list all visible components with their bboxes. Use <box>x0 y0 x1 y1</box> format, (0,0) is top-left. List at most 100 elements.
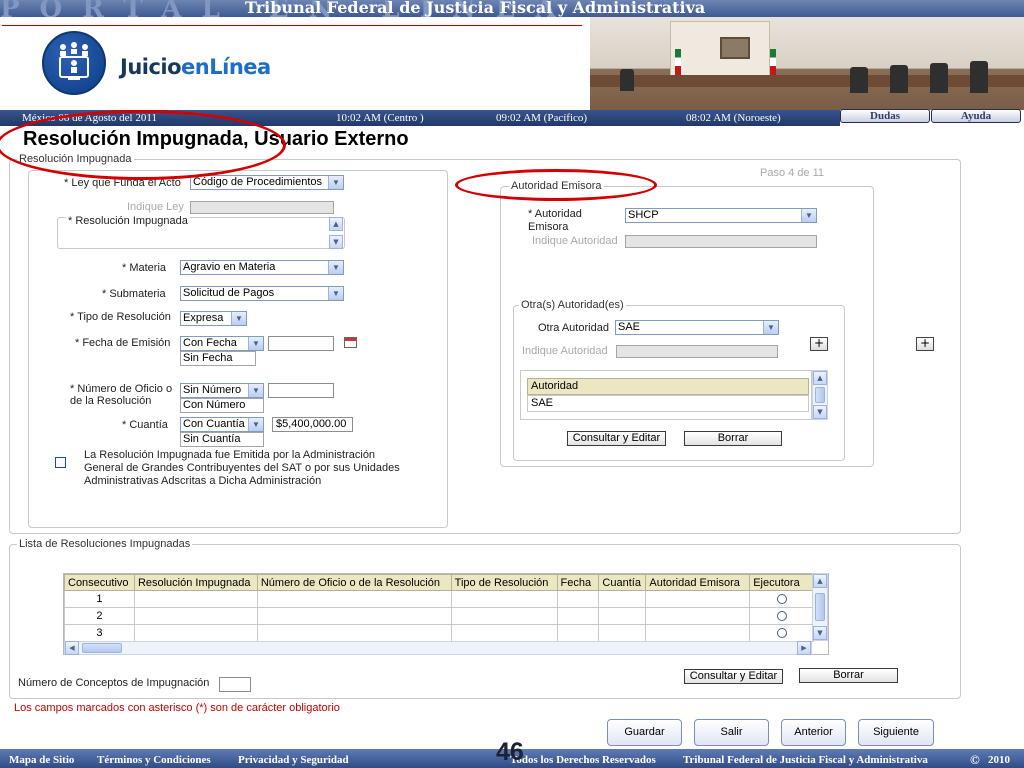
fecha-emision-label: * Fecha de Emisión <box>75 337 171 349</box>
table-scroll-thumb[interactable] <box>815 593 825 621</box>
logo-word-enlinea: enLínea <box>181 55 271 79</box>
table-cell <box>556 607 600 625</box>
indique-autoridad-label: Indique Autoridad <box>532 235 618 247</box>
scroll-down-icon[interactable]: ▼ <box>813 405 827 419</box>
lista-legend: Lista de Resoluciones Impugnadas <box>17 538 193 550</box>
add-otra-autoridad-button[interactable]: + <box>810 337 828 351</box>
scroll-down-icon[interactable]: ▼ <box>813 626 827 640</box>
tipo-resolucion-label: * Tipo de Resolución <box>70 311 171 323</box>
scroll-up-icon[interactable]: ▲ <box>813 371 827 385</box>
flag-icon <box>770 49 776 75</box>
fecha-emision-select[interactable]: Con Fecha ▼ <box>180 336 264 351</box>
table-cell <box>450 590 558 608</box>
footer-terminos-link[interactable]: Términos y Condiciones <box>97 754 211 766</box>
table-cell <box>133 624 258 642</box>
ley-select[interactable]: Código de Procedimientos ▼ <box>190 175 344 190</box>
ejecutora-radio[interactable] <box>776 628 787 639</box>
autoridad-select[interactable]: SHCP ▼ <box>625 208 817 223</box>
autoridad-list-item[interactable]: SAE <box>527 395 809 412</box>
otras-autoridades-legend: Otra(s) Autoridad(es) <box>519 299 626 311</box>
table-cell <box>133 590 258 608</box>
table-row[interactable]: 2 <box>64 607 814 625</box>
calendar-icon[interactable] <box>344 337 357 348</box>
otra-autoridad-select[interactable]: SAE ▼ <box>615 320 779 335</box>
ejecutora-radio[interactable] <box>776 594 787 605</box>
scroll-left-icon[interactable]: ◀ <box>65 641 79 655</box>
ley-select-value: Código de Procedimientos <box>193 176 323 188</box>
fecha-option-sin-fecha[interactable]: Sin Fecha <box>180 351 256 366</box>
add-autoridad-button[interactable]: + <box>916 337 934 351</box>
chevron-down-icon: ▼ <box>248 384 263 397</box>
footer-privacidad-link[interactable]: Privacidad y Seguridad <box>238 754 349 766</box>
numero-option-con-numero[interactable]: Con Número <box>180 398 264 413</box>
cuantia-amount-input[interactable]: $5,400,000.00 <box>272 417 353 432</box>
table-cell <box>645 607 751 625</box>
required-note: Los campos marcados con asterisco (*) so… <box>14 702 340 714</box>
footer-mapa-link[interactable]: Mapa de Sitio <box>9 754 74 766</box>
chevron-down-icon: ▼ <box>328 261 343 274</box>
top-banner: PORTAL EN LÍNEA Tribunal Federal de Just… <box>0 0 1024 17</box>
fecha-emision-value: Con Fecha <box>183 337 237 349</box>
tipo-resolucion-select[interactable]: Expresa ▼ <box>180 311 247 326</box>
footer-tribunal: Tribunal Federal de Justicia Fiscal y Ad… <box>683 754 928 766</box>
table-row[interactable]: 3 <box>64 624 814 642</box>
col-cuantia[interactable]: Cuantía <box>598 574 647 591</box>
siguiente-button[interactable]: Siguiente <box>858 719 934 746</box>
borrar-lista-button[interactable]: Borrar <box>799 668 898 683</box>
cuantia-option-sin-cuantia[interactable]: Sin Cuantía <box>180 432 264 447</box>
table-horizontal-scrollbar[interactable] <box>64 641 812 655</box>
materia-select[interactable]: Agravio en Materia ▼ <box>180 260 344 275</box>
table-cell <box>645 624 751 642</box>
ejecutora-radio[interactable] <box>776 611 787 622</box>
table-header-row: Consecutivo Resolución Impugnada Número … <box>64 574 814 591</box>
autoridad-label: * Autoridad <box>528 208 582 220</box>
table-cell <box>450 624 558 642</box>
dudas-button[interactable]: Dudas <box>840 109 930 123</box>
ejecutora-cell <box>749 590 814 608</box>
consultar-editar-autoridad-button[interactable]: Consultar y Editar <box>567 431 666 446</box>
col-resolucion[interactable]: Resolución Impugnada <box>133 574 258 591</box>
sat-checkbox[interactable] <box>55 457 66 468</box>
logo-word-juicio: Juicio <box>120 55 182 79</box>
numero-oficio-input[interactable] <box>268 383 334 398</box>
scroll-down-icon[interactable]: ▼ <box>329 235 343 249</box>
footer-year: 2010 <box>988 754 1010 766</box>
cuantia-select[interactable]: Con Cuantía ▼ <box>180 417 264 432</box>
col-autoridad[interactable]: Autoridad Emisora <box>645 574 751 591</box>
scroll-up-icon[interactable]: ▲ <box>813 574 827 588</box>
borrar-autoridad-button[interactable]: Borrar <box>684 431 782 446</box>
col-numero-oficio[interactable]: Número de Oficio o de la Resolución <box>256 574 452 591</box>
guardar-button[interactable]: Guardar <box>607 719 682 746</box>
scroll-up-icon[interactable]: ▲ <box>329 217 343 231</box>
submateria-label: * Submateria <box>102 288 166 300</box>
col-fecha[interactable]: Fecha <box>556 574 600 591</box>
col-tipo[interactable]: Tipo de Resolución <box>450 574 558 591</box>
anterior-button[interactable]: Anterior <box>781 719 846 746</box>
row-number: 3 <box>64 624 135 642</box>
conceptos-input[interactable] <box>219 677 251 692</box>
cuantia-label: * Cuantía <box>122 419 168 431</box>
indique-autoridad-2-label: Indique Autoridad <box>522 345 608 357</box>
scroll-right-icon[interactable]: ▶ <box>797 641 811 655</box>
table-cell <box>598 590 647 608</box>
submateria-select-value: Solicitud de Pagos <box>183 287 275 299</box>
submateria-select[interactable]: Solicitud de Pagos ▼ <box>180 286 344 301</box>
fecha-input[interactable] <box>268 336 334 351</box>
table-row[interactable]: 1 <box>64 590 814 608</box>
indique-autoridad-2-input <box>616 345 778 358</box>
resolucion-label: * Resolución Impugnada <box>66 215 190 227</box>
indique-autoridad-input <box>625 235 817 248</box>
col-ejecutora[interactable]: Ejecutora <box>749 574 814 591</box>
salir-button[interactable]: Salir <box>694 719 769 746</box>
scroll-thumb[interactable] <box>815 387 825 403</box>
autoridad-list-header: Autoridad <box>527 378 809 395</box>
ayuda-button[interactable]: Ayuda <box>931 109 1021 123</box>
col-consecutivo[interactable]: Consecutivo <box>64 574 135 591</box>
table-cell <box>133 607 258 625</box>
autoridad-label-2: Emisora <box>528 221 569 233</box>
consultar-editar-lista-button[interactable]: Consultar y Editar <box>684 669 783 684</box>
time-centro: 10:02 AM (Centro ) <box>336 112 424 124</box>
numero-oficio-select[interactable]: Sin Número ▼ <box>180 383 264 398</box>
table-hscroll-thumb[interactable] <box>82 643 122 653</box>
sat-text-line-1: La Resolución Impugnada fue Emitida por … <box>84 449 376 461</box>
